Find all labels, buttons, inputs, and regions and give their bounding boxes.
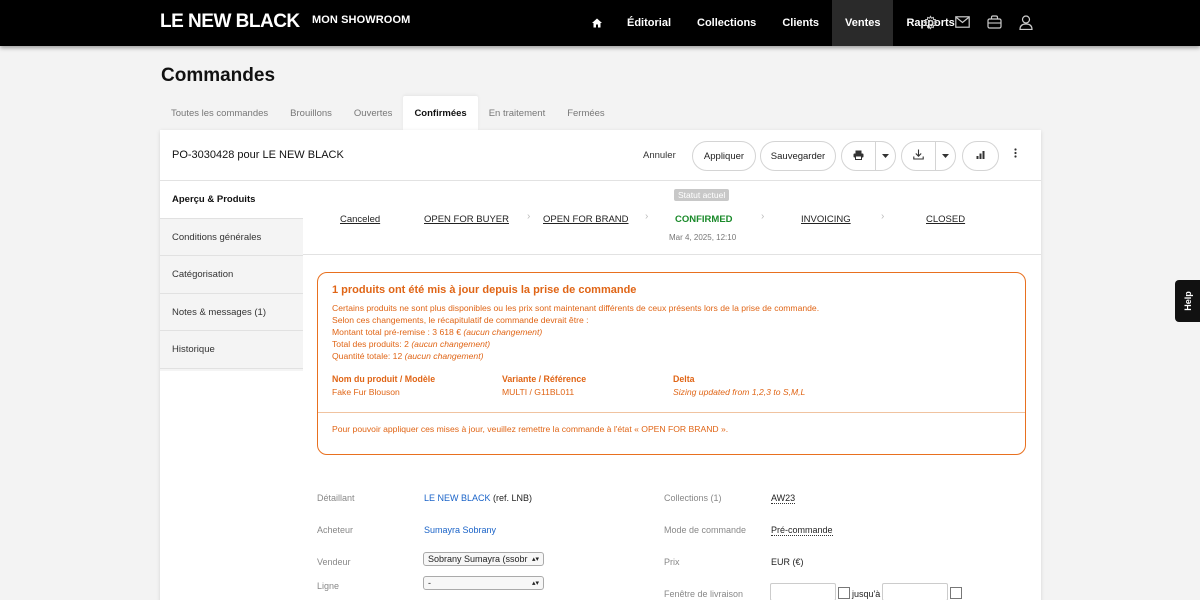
delivery-start-input[interactable] bbox=[770, 583, 836, 600]
buyer-label: Acheteur bbox=[317, 525, 354, 535]
price-value: EUR (€) bbox=[771, 557, 804, 567]
tab-drafts[interactable]: Brouillons bbox=[279, 96, 343, 130]
row-variant: MULTI / G11BL011 bbox=[502, 387, 575, 397]
row-delta: Sizing updated from 1,2,3 to S,M,L bbox=[673, 387, 806, 397]
sidebar-item-history[interactable]: Historique bbox=[160, 331, 303, 369]
mail-icon[interactable] bbox=[952, 12, 972, 32]
cancel-button[interactable]: Annuler bbox=[643, 150, 676, 161]
calendar-icon[interactable] bbox=[950, 587, 962, 599]
order-title: PO-3030428 pour LE NEW BLACK bbox=[172, 149, 344, 161]
status-stage-confirmed: CONFIRMED bbox=[675, 214, 733, 225]
line-select[interactable]: - ▴▾ bbox=[423, 576, 544, 590]
nav-item-ventes[interactable]: Ventes bbox=[832, 0, 894, 46]
column-delta: Delta bbox=[673, 374, 695, 384]
tab-all-orders[interactable]: Toutes les commandes bbox=[160, 96, 279, 130]
seller-label: Vendeur bbox=[317, 557, 351, 567]
sidebar-item-conditions[interactable]: Conditions générales bbox=[160, 219, 303, 256]
page-title: Commandes bbox=[161, 65, 276, 86]
chevron-down-icon[interactable] bbox=[935, 142, 955, 170]
status-date: Mar 4, 2025, 12:10 bbox=[669, 233, 737, 242]
status-stage-open-for-buyer[interactable]: OPEN FOR BUYER bbox=[424, 214, 509, 225]
alert-total-quantity: Quantité totale: 12 (aucun changement) bbox=[332, 351, 484, 361]
price-label: Prix bbox=[664, 557, 680, 567]
alert-product-count: Total des produits: 2 (aucun changement) bbox=[332, 339, 491, 349]
main-nav: Éditorial Collections Clients Ventes Rap… bbox=[580, 0, 968, 46]
user-icon[interactable] bbox=[1016, 12, 1036, 32]
alert-description: Certains produits ne sont plus disponibl… bbox=[332, 303, 820, 313]
retailer-link[interactable]: LE NEW BLACK bbox=[424, 493, 491, 503]
delivery-until-label: jusqu'à bbox=[852, 589, 881, 599]
retailer-ref: (ref. LNB) bbox=[493, 493, 533, 503]
order-mode-value[interactable]: Pré-commande bbox=[771, 525, 833, 536]
apply-button[interactable]: Appliquer bbox=[692, 141, 756, 171]
help-label: Help bbox=[1182, 291, 1193, 311]
chevron-down-icon[interactable] bbox=[875, 142, 895, 170]
delivery-end-input[interactable] bbox=[882, 583, 948, 600]
top-nav-bar: LE NEW BLACK MON SHOWROOM Éditorial Coll… bbox=[0, 0, 1200, 46]
seller-select-value: Sobrany Sumayra (ssobr bbox=[428, 554, 528, 564]
delivery-window-label: Fenêtre de livraison bbox=[664, 589, 744, 599]
alert-footer: Pour pouvoir appliquer ces mises à jour,… bbox=[332, 424, 729, 434]
chevron-right-icon: › bbox=[645, 211, 649, 222]
order-sidebar: Aperçu & Produits Conditions générales C… bbox=[160, 181, 303, 371]
select-arrows-icon: ▴▾ bbox=[531, 556, 539, 563]
chart-button[interactable] bbox=[962, 141, 999, 171]
more-options-icon[interactable] bbox=[1014, 147, 1017, 161]
help-tab[interactable]: Help bbox=[1175, 280, 1200, 322]
retailer-value: LE NEW BLACK (ref. LNB) bbox=[424, 493, 532, 503]
sidebar-item-overview[interactable]: Aperçu & Produits bbox=[160, 181, 303, 219]
status-stage-open-for-brand[interactable]: OPEN FOR BRAND bbox=[543, 214, 629, 225]
order-header: PO-3030428 pour LE NEW BLACK Annuler App… bbox=[160, 130, 1041, 181]
status-stage-canceled[interactable]: Canceled bbox=[340, 214, 380, 225]
column-product: Nom du produit / Modèle bbox=[332, 374, 436, 384]
sidebar-item-notes[interactable]: Notes & messages (1) bbox=[160, 294, 303, 331]
alert-summary-intro: Selon ces changements, le récapitulatif … bbox=[332, 315, 589, 325]
save-button[interactable]: Sauvegarder bbox=[760, 141, 836, 171]
nav-item-editorial[interactable]: Éditorial bbox=[614, 0, 684, 46]
product-update-alert: 1 produits ont été mis à jour depuis la … bbox=[317, 272, 1026, 455]
tab-confirmed[interactable]: Confirmées bbox=[403, 96, 478, 130]
bag-icon[interactable] bbox=[984, 12, 1004, 32]
tab-open[interactable]: Ouvertes bbox=[343, 96, 404, 130]
order-status-tabs: Toutes les commandes Brouillons Ouvertes… bbox=[160, 96, 616, 130]
download-icon bbox=[913, 149, 924, 163]
nav-item-collections[interactable]: Collections bbox=[684, 0, 769, 46]
status-stage-closed[interactable]: CLOSED bbox=[926, 214, 965, 225]
collections-label: Collections (1) bbox=[664, 493, 722, 503]
tab-closed[interactable]: Fermées bbox=[556, 96, 615, 130]
column-variant: Variante / Référence bbox=[502, 374, 587, 384]
order-mode-label: Mode de commande bbox=[664, 525, 747, 535]
calendar-icon[interactable] bbox=[838, 587, 850, 599]
nav-item-clients[interactable]: Clients bbox=[769, 0, 832, 46]
print-button[interactable] bbox=[841, 141, 896, 171]
print-icon bbox=[853, 150, 864, 163]
tab-processing[interactable]: En traitement bbox=[478, 96, 557, 130]
chevron-right-icon: › bbox=[761, 211, 765, 222]
bar-chart-icon bbox=[976, 150, 985, 162]
row-product: Fake Fur Blouson bbox=[332, 387, 400, 397]
settings-icon[interactable] bbox=[920, 12, 940, 32]
nav-icons bbox=[920, 12, 1036, 32]
download-button[interactable] bbox=[901, 141, 956, 171]
seller-select[interactable]: Sobrany Sumayra (ssobr ▴▾ bbox=[423, 552, 544, 566]
status-progress: Statut actuel Canceled OPEN FOR BUYER › … bbox=[303, 181, 1041, 255]
sidebar-item-categorization[interactable]: Catégorisation bbox=[160, 256, 303, 294]
retailer-label: Détaillant bbox=[317, 493, 355, 503]
collections-value[interactable]: AW23 bbox=[771, 493, 796, 504]
chevron-right-icon: › bbox=[527, 211, 531, 222]
buyer-link[interactable]: Sumayra Sobrany bbox=[424, 525, 496, 535]
alert-title: 1 produits ont été mis à jour depuis la … bbox=[332, 284, 637, 296]
chevron-right-icon: › bbox=[881, 211, 885, 222]
showroom-link[interactable]: MON SHOWROOM bbox=[312, 14, 410, 26]
brand-logo[interactable]: LE NEW BLACK bbox=[160, 11, 300, 33]
line-select-value: - bbox=[428, 578, 431, 588]
current-status-badge: Statut actuel bbox=[674, 189, 730, 201]
alert-divider bbox=[318, 412, 1025, 413]
select-arrows-icon: ▴▾ bbox=[531, 580, 539, 587]
home-icon[interactable] bbox=[580, 0, 614, 46]
line-label: Ligne bbox=[317, 581, 340, 591]
order-card: PO-3030428 pour LE NEW BLACK Annuler App… bbox=[160, 130, 1041, 600]
alert-total-amount: Montant total pré-remise : 3 618 € (aucu… bbox=[332, 327, 543, 337]
status-stage-invoicing[interactable]: INVOICING bbox=[801, 214, 851, 225]
